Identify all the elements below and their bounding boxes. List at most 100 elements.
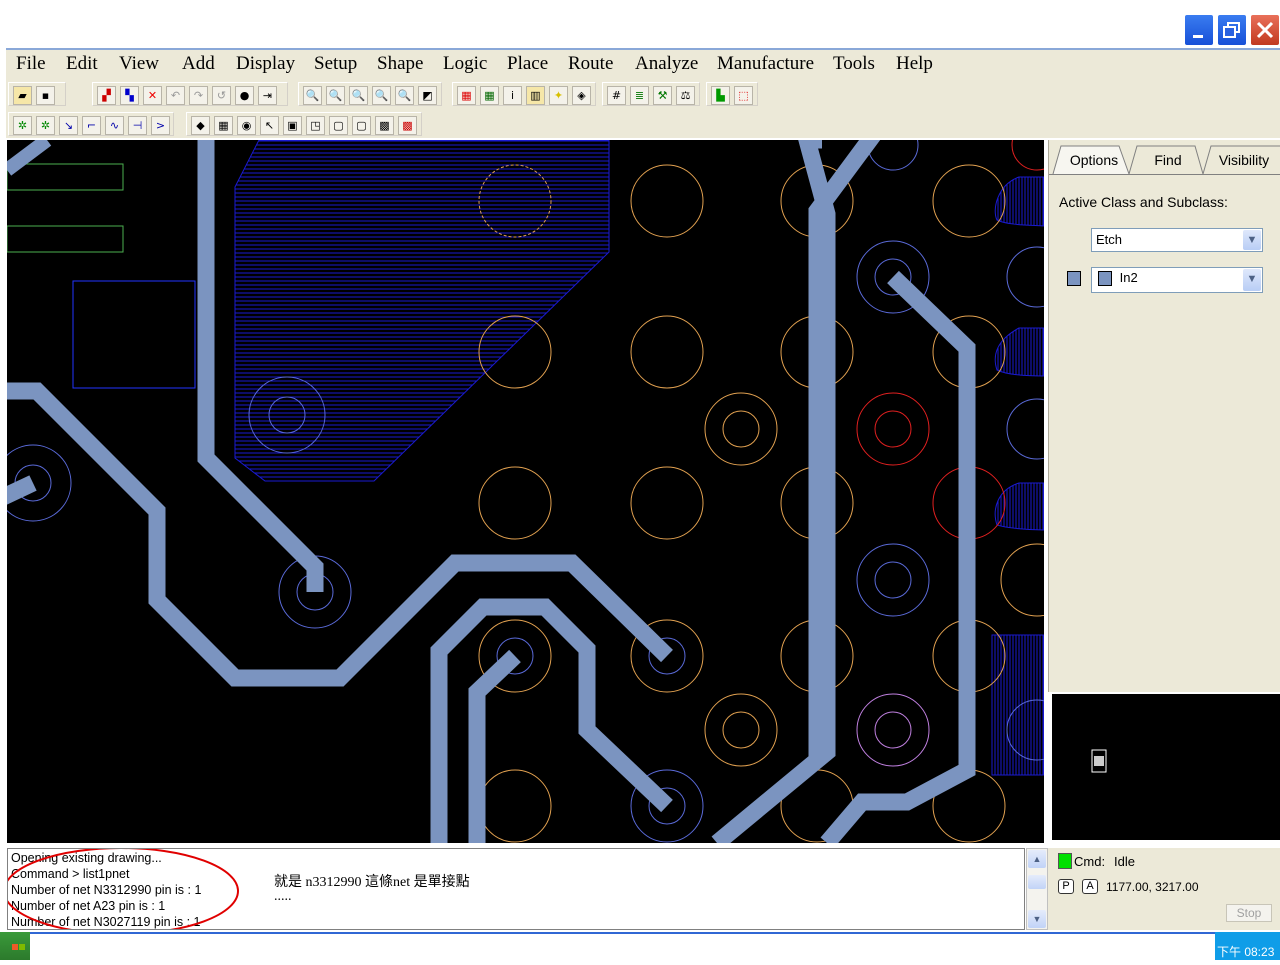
menu-tools[interactable]: Tools xyxy=(833,53,875,75)
fanout-icon[interactable]: ✲ xyxy=(36,116,55,135)
class-select[interactable]: Etch ▼ xyxy=(1091,228,1263,252)
rect-icon[interactable]: ▢ xyxy=(329,116,348,135)
zoom-in-icon[interactable]: 🔍 xyxy=(349,86,368,105)
frame-icon[interactable]: ▢ xyxy=(352,116,371,135)
measure-icon[interactable]: ▥ xyxy=(526,86,545,105)
slide-icon[interactable]: ⌐ xyxy=(82,116,101,135)
redo-icon[interactable]: ↷ xyxy=(189,86,208,105)
void-icon[interactable]: ▩ xyxy=(375,116,394,135)
menu-logic[interactable]: Logic xyxy=(443,53,487,75)
via-icon[interactable]: ◉ xyxy=(237,116,256,135)
subclass-color-swatch[interactable] xyxy=(1067,271,1081,286)
menu-route[interactable]: Route xyxy=(568,53,613,75)
annotation-text: 就是 n3312990 這條net 是單接點 xyxy=(274,875,470,890)
autoroute-icon[interactable]: ✲ xyxy=(13,116,32,135)
taskbar-band xyxy=(30,934,1215,960)
tab-find[interactable]: Find xyxy=(1135,146,1201,174)
pointer-icon[interactable]: ↖ xyxy=(260,116,279,135)
save-icon[interactable]: ▪ xyxy=(36,86,55,105)
menu-file[interactable]: File xyxy=(16,53,46,75)
delete-icon[interactable]: ✕ xyxy=(143,86,162,105)
grid-icon[interactable]: # xyxy=(607,86,626,105)
window-title-bar xyxy=(0,0,1280,48)
system-tray: 下午 08:23 xyxy=(1215,932,1280,960)
tab-options[interactable]: Options xyxy=(1061,146,1127,174)
a-button[interactable]: A xyxy=(1082,879,1098,894)
select-toolbar: ◆ ▦ ◉ ↖ ▣ ◳ ▢ ▢ ▩ ▩ xyxy=(186,112,422,136)
windows-logo-icon xyxy=(12,944,25,950)
red-annotation-circle xyxy=(8,849,239,929)
custom-smooth-icon[interactable]: ⊣ xyxy=(128,116,147,135)
scroll-up-icon[interactable]: ▲ xyxy=(1028,850,1046,868)
place-area-icon[interactable]: ⬚ xyxy=(734,86,753,105)
command-console[interactable]: Opening existing drawing... Command > li… xyxy=(7,848,1025,930)
pin-icon[interactable]: ◆ xyxy=(191,116,210,135)
done-icon[interactable]: ● xyxy=(235,86,254,105)
zoom-out-icon[interactable]: 🔍 xyxy=(372,86,391,105)
add-connect-icon[interactable]: ↘ xyxy=(59,116,78,135)
subclass-inline-swatch xyxy=(1098,271,1112,286)
display-toolbar: ▦ ▦ i ▥ ✦ ◈ xyxy=(452,82,596,106)
constraints-icon[interactable]: ⚒ xyxy=(653,86,672,105)
world-view-map xyxy=(1091,749,1107,773)
status-indicator-icon xyxy=(1058,853,1072,869)
menu-help[interactable]: Help xyxy=(896,53,933,75)
place-manual-icon[interactable]: ▙ xyxy=(711,86,730,105)
copy-icon[interactable]: ▚ xyxy=(120,86,139,105)
zoom-box-icon[interactable]: ◳ xyxy=(306,116,325,135)
p-button[interactable]: P xyxy=(1058,879,1074,894)
layers-icon[interactable]: ≣ xyxy=(630,86,649,105)
menu-edit[interactable]: Edit xyxy=(66,53,98,75)
place-toolbar: ▙ ⬚ xyxy=(706,82,758,106)
console-scrollbar[interactable]: ▲ ▼ xyxy=(1026,848,1048,930)
taskbar: 下午 08:23 xyxy=(0,932,1280,960)
route-toolbar: ✲ ✲ ↘ ⌐ ∿ ⊣ > xyxy=(8,112,174,136)
menu-setup[interactable]: Setup xyxy=(314,53,357,75)
vertex-icon[interactable]: > xyxy=(151,116,170,135)
close-button[interactable] xyxy=(1250,14,1280,46)
undo-icon[interactable]: ↶ xyxy=(166,86,185,105)
delay-tune-icon[interactable]: ∿ xyxy=(105,116,124,135)
next-icon[interactable]: ⇥ xyxy=(258,86,277,105)
tab-visibility[interactable]: Visibility xyxy=(1207,146,1280,174)
drc-icon[interactable]: ▩ xyxy=(398,116,417,135)
scroll-thumb[interactable] xyxy=(1028,875,1046,889)
move-icon[interactable]: ▞ xyxy=(97,86,116,105)
stop-button[interactable]: Stop xyxy=(1226,904,1272,922)
info-icon[interactable]: i xyxy=(503,86,522,105)
layer-color-icon[interactable]: ▦ xyxy=(480,86,499,105)
rules-icon[interactable]: ⚖ xyxy=(676,86,695,105)
zoom-toolbar: 🔍 🔍 🔍 🔍 🔍 ◩ xyxy=(298,82,442,106)
chevron-down-icon[interactable]: ▼ xyxy=(1243,230,1261,250)
redraw-icon[interactable]: ◩ xyxy=(418,86,437,105)
cmd-value: Idle xyxy=(1114,854,1135,869)
class-select-value: Etch xyxy=(1096,232,1123,247)
zoom-points-icon[interactable]: 🔍 xyxy=(303,86,322,105)
setup-toolbar: # ≣ ⚒ ⚖ xyxy=(602,82,700,106)
zoom-fit-icon[interactable]: 🔍 xyxy=(326,86,345,105)
start-button[interactable] xyxy=(0,932,30,960)
menu-view[interactable]: View xyxy=(119,53,159,75)
design-canvas[interactable] xyxy=(7,140,1044,843)
highlight-icon[interactable]: ✦ xyxy=(549,86,568,105)
menu-analyze[interactable]: Analyze xyxy=(635,53,698,75)
menu-bar: File Edit View Add Display Setup Shape L… xyxy=(6,50,1280,80)
chevron-down-icon[interactable]: ▼ xyxy=(1243,269,1261,291)
dehighlight-icon[interactable]: ◈ xyxy=(572,86,591,105)
restore-button[interactable] xyxy=(1217,14,1247,46)
world-view[interactable] xyxy=(1052,694,1280,840)
menu-place[interactable]: Place xyxy=(507,53,548,75)
menu-shape[interactable]: Shape xyxy=(377,53,423,75)
menu-add[interactable]: Add xyxy=(182,53,215,75)
subclass-select[interactable]: In2 ▼ xyxy=(1091,267,1263,293)
undo-last-icon[interactable]: ↺ xyxy=(212,86,231,105)
shape-select-icon[interactable]: ▣ xyxy=(283,116,302,135)
open-icon[interactable]: ▰ xyxy=(13,86,32,105)
scroll-down-icon[interactable]: ▼ xyxy=(1028,910,1046,928)
menu-display[interactable]: Display xyxy=(236,53,295,75)
minimize-button[interactable] xyxy=(1184,14,1214,46)
menu-manufacture[interactable]: Manufacture xyxy=(717,53,814,75)
color-icon[interactable]: ▦ xyxy=(457,86,476,105)
zoom-previous-icon[interactable]: 🔍 xyxy=(395,86,414,105)
grid-select-icon[interactable]: ▦ xyxy=(214,116,233,135)
